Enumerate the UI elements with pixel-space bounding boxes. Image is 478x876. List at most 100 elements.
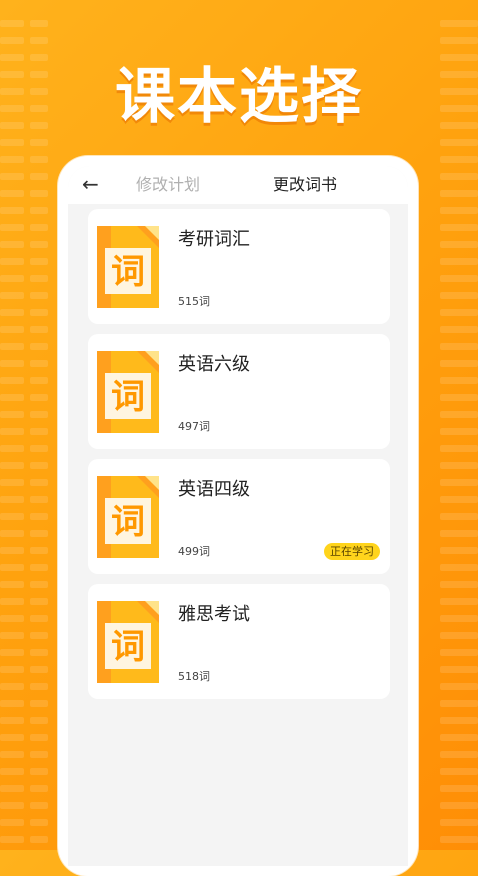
- background-stripe: [0, 598, 24, 605]
- background-stripe: [440, 717, 478, 724]
- background-stripe: [440, 20, 478, 27]
- background-stripe: [440, 632, 478, 639]
- background-stripe: [440, 241, 478, 248]
- background-stripe: [30, 326, 48, 333]
- background-stripe: [30, 666, 48, 673]
- background-stripe: [0, 513, 24, 520]
- background-stripe: [30, 207, 48, 214]
- background-stripe: [30, 819, 48, 826]
- background-stripe: [0, 377, 24, 384]
- book-cover-icon: 词: [97, 476, 159, 558]
- word-count: 499词: [178, 545, 210, 558]
- background-stripe: [30, 445, 48, 452]
- background-stripe: [0, 394, 24, 401]
- background-stripe: [0, 564, 24, 571]
- background-stripe: [0, 326, 24, 333]
- background-stripe: [440, 598, 478, 605]
- background-stripe: [0, 428, 24, 435]
- background-stripe: [30, 394, 48, 401]
- status-badge: 正在学习: [324, 543, 380, 560]
- background-stripe: [440, 649, 478, 656]
- tab-change-book[interactable]: 更改词书: [273, 175, 337, 195]
- cover-glyph: 词: [111, 377, 145, 417]
- background-stripe: [440, 394, 478, 401]
- background-stripe: [440, 190, 478, 197]
- background-stripe: [440, 479, 478, 486]
- phone-screen: ← 修改计划 更改词书 词 考研词汇 515词 词 英语六级 497词 词 英语…: [68, 166, 408, 866]
- book-card-cet6[interactable]: 词 英语六级 497词: [88, 334, 390, 449]
- page-title: 课本选择: [115, 62, 363, 132]
- background-stripe: [440, 462, 478, 469]
- background-stripe: [30, 717, 48, 724]
- background-stripe: [440, 411, 478, 418]
- background-stripe: [440, 292, 478, 299]
- background-stripe: [0, 785, 24, 792]
- background-stripe: [0, 20, 24, 27]
- background-stripe: [440, 275, 478, 282]
- background-stripe: [30, 343, 48, 350]
- background-stripe: [0, 309, 24, 316]
- background-stripe: [0, 241, 24, 248]
- background-stripe: [30, 428, 48, 435]
- background-stripe: [0, 683, 24, 690]
- background-stripe: [0, 343, 24, 350]
- background-stripe: [0, 632, 24, 639]
- background-stripe: [0, 734, 24, 741]
- word-count: 518词: [178, 670, 210, 683]
- background-stripe: [30, 564, 48, 571]
- background-stripe: [0, 496, 24, 503]
- book-title: 英语四级: [178, 479, 250, 500]
- background-stripe: [30, 479, 48, 486]
- background-stripe: [0, 819, 24, 826]
- background-stripe: [440, 581, 478, 588]
- background-stripe: [0, 275, 24, 282]
- cover-glyph: 词: [111, 627, 145, 667]
- background-stripe: [30, 581, 48, 588]
- background-stripe: [30, 751, 48, 758]
- background-stripe: [440, 734, 478, 741]
- background-stripe: [440, 326, 478, 333]
- background-stripe: [30, 20, 48, 27]
- book-cover-icon: 词: [97, 601, 159, 683]
- background-stripe: [440, 207, 478, 214]
- background-stripe: [30, 802, 48, 809]
- background-stripe: [0, 224, 24, 231]
- background-stripe: [30, 649, 48, 656]
- background-stripe: [440, 802, 478, 809]
- background-stripe: [440, 343, 478, 350]
- background-stripe: [30, 734, 48, 741]
- background-stripe: [0, 139, 24, 146]
- background-stripe: [440, 666, 478, 673]
- background-stripe: [440, 156, 478, 163]
- background-stripe: [440, 751, 478, 758]
- book-title: 雅思考试: [178, 604, 250, 625]
- background-stripe: [0, 258, 24, 265]
- background-stripe: [440, 496, 478, 503]
- background-stripe: [440, 530, 478, 537]
- background-stripe: [440, 564, 478, 571]
- background-stripe: [30, 632, 48, 639]
- background-stripe: [30, 224, 48, 231]
- background-stripe: [0, 615, 24, 622]
- book-card-kaoyan[interactable]: 词 考研词汇 515词: [88, 209, 390, 324]
- background-stripe: [30, 598, 48, 605]
- book-cover-icon: 词: [97, 226, 159, 308]
- background-stripe: [0, 666, 24, 673]
- background-stripe: [0, 581, 24, 588]
- background-stripe: [440, 819, 478, 826]
- background-stripe: [30, 258, 48, 265]
- arrow-left-icon[interactable]: ←: [82, 172, 99, 196]
- background-stripe: [0, 547, 24, 554]
- background-stripe: [0, 411, 24, 418]
- background-stripe: [440, 224, 478, 231]
- background-stripe: [440, 683, 478, 690]
- word-count: 515词: [178, 295, 210, 308]
- tab-modify-plan[interactable]: 修改计划: [136, 175, 200, 195]
- background-stripe: [0, 173, 24, 180]
- background-stripe: [0, 717, 24, 724]
- background-stripe: [440, 700, 478, 707]
- word-count: 497词: [178, 420, 210, 433]
- book-card-ielts[interactable]: 词 雅思考试 518词: [88, 584, 390, 699]
- background-stripe: [0, 156, 24, 163]
- book-card-cet4[interactable]: 词 英语四级 499词 正在学习: [88, 459, 390, 574]
